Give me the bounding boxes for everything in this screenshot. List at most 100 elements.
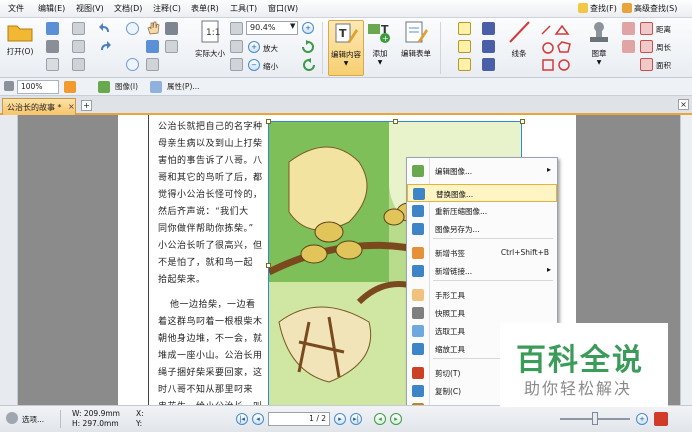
rotate-ccw-icon[interactable] xyxy=(302,58,315,71)
view-icon[interactable] xyxy=(4,81,14,91)
menu-item-label: 新增链接... xyxy=(435,267,473,276)
zoom-dropdown[interactable]: 100% xyxy=(17,80,59,94)
resize-handle[interactable] xyxy=(520,119,525,124)
distance-icon[interactable] xyxy=(640,22,653,35)
menu-form[interactable]: 表单(R) xyxy=(191,3,219,14)
resize-handle[interactable] xyxy=(393,119,398,124)
email-icon[interactable] xyxy=(72,22,85,35)
export-icon[interactable] xyxy=(72,58,85,71)
sound-icon[interactable] xyxy=(482,58,495,71)
menu-item-replace-image[interactable]: 替换图像... xyxy=(407,184,557,202)
advanced-find-button[interactable]: 高级查找(S) xyxy=(622,3,677,14)
menu-item-edit-image[interactable]: 编辑图像... ▸ xyxy=(407,162,557,180)
scan-icon[interactable] xyxy=(72,40,85,53)
eraser-icon[interactable] xyxy=(622,22,635,35)
fit-width-icon[interactable] xyxy=(230,40,243,53)
navigation-panel-strip[interactable] xyxy=(0,115,18,405)
highlighter-icon[interactable] xyxy=(622,40,635,53)
new-doc-icon[interactable] xyxy=(46,58,59,71)
vertical-scrollbar[interactable] xyxy=(680,115,692,405)
pdf-icon[interactable] xyxy=(654,412,668,426)
perimeter-icon[interactable] xyxy=(640,40,653,53)
menu-item-recompress-image[interactable]: 重新压缩图像... xyxy=(407,202,557,220)
print-icon[interactable] xyxy=(46,40,59,53)
actual-size-button[interactable]: 1:1 实际大小 xyxy=(190,20,230,59)
zoom-out-label[interactable]: 缩小 xyxy=(263,61,278,72)
last-page-icon[interactable]: ▸| xyxy=(350,413,362,425)
document-tabs: 公治长的故事 * × + × xyxy=(0,96,692,115)
go-forward-icon[interactable]: ▸ xyxy=(390,413,402,425)
redo-icon[interactable] xyxy=(98,40,112,53)
rotate-cw-icon[interactable] xyxy=(302,40,315,53)
page-number-input[interactable]: 1 / 2 xyxy=(268,412,330,426)
first-page-icon[interactable]: |◂ xyxy=(236,413,248,425)
zoom-in-status-icon[interactable]: + xyxy=(636,413,648,425)
callout-icon[interactable] xyxy=(458,58,471,71)
distance-label[interactable]: 距离 xyxy=(656,24,671,35)
find-button[interactable]: 查找(F) xyxy=(578,3,617,14)
options-button[interactable]: 选项... xyxy=(22,414,44,425)
menu-comment[interactable]: 注释(C) xyxy=(153,3,181,14)
pen-icon[interactable] xyxy=(482,22,495,35)
forward-icon[interactable] xyxy=(126,58,139,71)
select-area-icon[interactable] xyxy=(165,40,178,53)
menu-item-add-link[interactable]: 新增链接... ▸ xyxy=(407,262,557,280)
typewriter-icon[interactable] xyxy=(458,22,471,35)
camera-icon[interactable] xyxy=(165,22,178,35)
close-icon[interactable]: × xyxy=(68,102,75,111)
save-icon[interactable] xyxy=(46,22,59,35)
image-icon[interactable] xyxy=(98,81,110,93)
chevron-down-icon[interactable]: ▼ xyxy=(290,22,295,30)
area-label[interactable]: 面积 xyxy=(656,60,671,71)
menu-edit[interactable]: 编辑(E) xyxy=(38,3,65,14)
zoom-slider-thumb[interactable] xyxy=(592,412,598,425)
svg-text:+: + xyxy=(382,34,389,43)
menu-window[interactable]: 窗口(W) xyxy=(268,3,298,14)
stamp-button[interactable]: 图章 ▼ xyxy=(584,20,614,66)
next-page-icon[interactable]: ▸ xyxy=(334,413,346,425)
textbox-icon[interactable] xyxy=(458,40,471,53)
attachment-icon[interactable] xyxy=(482,40,495,53)
line-button[interactable]: 线条 xyxy=(506,20,532,59)
zoom-in-round-icon[interactable]: + xyxy=(302,22,314,34)
resize-handle[interactable] xyxy=(266,263,271,268)
add-button[interactable]: T + 添加 ▼ xyxy=(366,20,394,66)
perimeter-label[interactable]: 周长 xyxy=(656,42,671,53)
properties-button[interactable]: 属性(P)... xyxy=(164,80,214,94)
color-icon[interactable] xyxy=(64,81,76,93)
gear-icon[interactable] xyxy=(6,412,18,424)
menu-item-add-bookmark[interactable]: 新增书签 Ctrl+Shift+B xyxy=(407,244,557,262)
resize-handle[interactable] xyxy=(266,119,271,124)
go-back-icon[interactable]: ◂ xyxy=(374,413,386,425)
previous-page-icon[interactable]: ◂ xyxy=(252,413,264,425)
menu-item-snapshot-tool[interactable]: 快照工具 xyxy=(407,304,557,322)
shapes-icon[interactable] xyxy=(540,22,578,74)
ribbon-toolbar: 打开(O) 1:1 实际大小 90.4% ▼ + + 放大 − 缩小 T 编辑内… xyxy=(0,18,692,78)
menu-tools[interactable]: 工具(T) xyxy=(230,3,257,14)
fit-page-icon[interactable] xyxy=(230,22,243,35)
edit-form-button[interactable]: 编辑表单 xyxy=(398,20,434,59)
zoom-in-label[interactable]: 放大 xyxy=(263,43,278,54)
open-button[interactable]: 打开(O) xyxy=(4,20,36,57)
menu-item-hand-tool[interactable]: 手形工具 xyxy=(407,286,557,304)
zoom-in-icon[interactable]: + xyxy=(248,41,260,53)
zoom-out-icon[interactable]: − xyxy=(248,59,260,71)
edit-content-button[interactable]: T 编辑内容 ▼ xyxy=(328,20,364,76)
undo-icon[interactable] xyxy=(98,22,112,35)
hand-tool-icon[interactable] xyxy=(146,21,160,35)
new-tab-icon[interactable]: + xyxy=(81,100,92,111)
menu-separator xyxy=(433,280,553,281)
properties-icon[interactable] xyxy=(150,81,162,93)
menu-view[interactable]: 视图(V) xyxy=(76,3,104,14)
select-text-icon[interactable] xyxy=(146,40,159,53)
fit-visible-icon[interactable] xyxy=(230,58,243,71)
page-icon[interactable] xyxy=(146,58,159,71)
menu-document[interactable]: 文档(D) xyxy=(114,3,142,14)
menu-item-save-image-as[interactable]: 图像另存为... xyxy=(407,220,557,238)
menu-bar: 文件 编辑(E) 视图(V) 文档(D) 注释(C) 表单(R) 工具(T) 窗… xyxy=(0,0,692,18)
menu-file[interactable]: 文件 xyxy=(8,3,24,14)
back-icon[interactable] xyxy=(126,22,139,35)
tab-document[interactable]: 公治长的故事 * xyxy=(2,98,76,115)
close-tab-icon[interactable]: × xyxy=(678,99,689,110)
area-icon[interactable] xyxy=(640,58,653,71)
